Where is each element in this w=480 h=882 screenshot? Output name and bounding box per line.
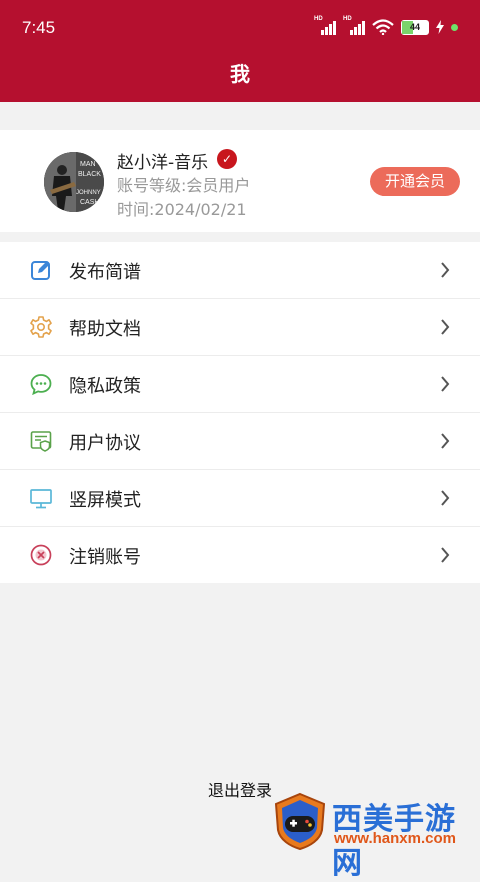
battery-level: 44 bbox=[409, 21, 420, 32]
menu-item-label: 发布简谱 bbox=[69, 262, 141, 283]
edit-icon bbox=[31, 261, 50, 280]
menu-item-delete-account[interactable]: 注销账号 bbox=[0, 527, 480, 583]
verified-icon: ✓ bbox=[217, 149, 237, 169]
menu-item-help[interactable]: 帮助文档 bbox=[0, 299, 480, 356]
chevron-right-icon bbox=[441, 490, 450, 506]
profile-card[interactable]: MAN BLACK JOHNNY CASH 赵小洋-音乐 ✓ 账号等级:会员用户… bbox=[0, 130, 480, 232]
gear-icon bbox=[30, 316, 52, 338]
signal-icon: HD bbox=[343, 16, 365, 35]
menu-item-portrait-mode[interactable]: 竖屏模式 bbox=[0, 470, 480, 527]
menu-item-publish[interactable]: 发布简谱 bbox=[0, 242, 480, 299]
battery-icon: 44 bbox=[401, 19, 429, 35]
watermark: 西美手游网 www.hanxm.com bbox=[268, 790, 480, 881]
profile-name: 赵小洋-音乐 bbox=[117, 153, 209, 173]
menu-item-privacy[interactable]: 隐私政策 bbox=[0, 356, 480, 413]
avatar-text: CASH bbox=[80, 199, 99, 206]
avatar-text: BLACK bbox=[78, 171, 101, 178]
menu-item-label: 竖屏模式 bbox=[69, 490, 141, 511]
wifi-icon bbox=[372, 19, 394, 35]
open-vip-button[interactable]: 开通会员 bbox=[370, 167, 460, 196]
menu-item-label: 帮助文档 bbox=[69, 319, 141, 340]
menu-item-label: 用户协议 bbox=[69, 433, 141, 454]
status-icons: HD HD 44 bbox=[314, 16, 458, 36]
avatar-text: JOHNNY bbox=[76, 190, 101, 196]
chevron-right-icon bbox=[441, 433, 450, 449]
header: 我 bbox=[0, 52, 480, 102]
page-title: 我 bbox=[230, 62, 250, 86]
status-time: 7:45 bbox=[22, 18, 56, 37]
signal-icon: HD bbox=[314, 16, 336, 35]
status-dot-icon bbox=[451, 23, 458, 31]
avatar[interactable]: MAN BLACK JOHNNY CASH bbox=[44, 152, 104, 212]
chevron-right-icon bbox=[441, 547, 450, 563]
chevron-right-icon bbox=[441, 262, 450, 278]
monitor-icon bbox=[30, 489, 52, 509]
chat-icon bbox=[30, 374, 52, 395]
cancel-circle-icon bbox=[30, 544, 52, 566]
avatar-text: MAN bbox=[80, 161, 96, 168]
watermark-url: www.hanxm.com bbox=[334, 830, 456, 847]
document-shield-icon bbox=[30, 431, 52, 452]
menu-item-label: 注销账号 bbox=[69, 547, 141, 568]
status-bar: 7:45 HD HD 44 bbox=[0, 0, 480, 52]
chevron-right-icon bbox=[441, 319, 450, 335]
settings-menu: 发布简谱 帮助文档 隐私政策 用户协议 竖屏模式 注销账号 bbox=[0, 242, 480, 583]
chevron-right-icon bbox=[441, 376, 450, 392]
menu-item-label: 隐私政策 bbox=[69, 376, 141, 397]
account-time: 时间:2024/02/21 bbox=[117, 200, 247, 219]
menu-item-agreement[interactable]: 用户协议 bbox=[0, 413, 480, 470]
gamepad-shield-icon bbox=[274, 792, 326, 850]
account-level: 账号等级:会员用户 bbox=[117, 176, 251, 195]
charging-icon bbox=[436, 20, 444, 34]
